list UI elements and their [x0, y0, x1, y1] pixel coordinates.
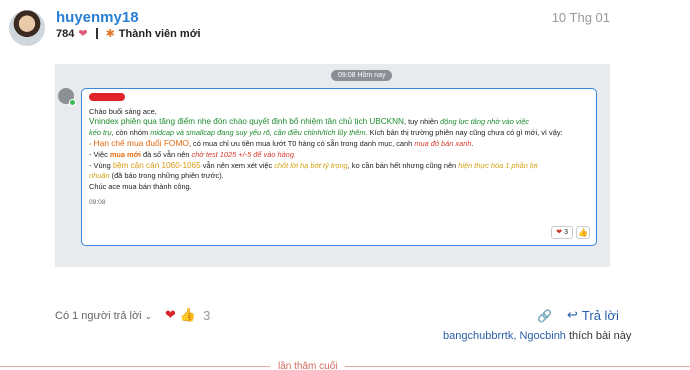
- user-title: Thành viên mới: [118, 27, 201, 40]
- user-meta: 784 ❤ ✱ Thành viên mới: [56, 27, 201, 41]
- chevron-down-icon: ⌄: [144, 311, 153, 321]
- message-bubble: Chào buổi sáng ace, Vnindex phiên qua tă…: [81, 88, 597, 246]
- post-reactions[interactable]: ❤ 👍 3: [165, 307, 210, 323]
- time-pill: 09:08 Hôm nay: [331, 70, 393, 81]
- bullet-1: - Hạn chế mua đuổi FOMO, có mua chỉ ưu t…: [89, 138, 474, 149]
- reaction-count: 3: [203, 307, 211, 323]
- closing-line: Chúc ace mua bán thành công.: [89, 181, 192, 191]
- message-reaction-count: 3: [564, 229, 568, 236]
- message-line-2: kéo trụ, còn nhóm midcap và smallcap đan…: [89, 127, 563, 137]
- message-reaction-pill: ❤ 3: [551, 226, 573, 239]
- post-date[interactable]: 10 Thg 01: [552, 10, 610, 25]
- like-icon: 👍: [576, 226, 590, 239]
- thumbs-up-icon[interactable]: 👍: [180, 307, 196, 323]
- bullet-2: - Việc mua mới đà số vẫn nên chờ test 10…: [89, 149, 297, 159]
- redacted-sender-name: [89, 93, 125, 101]
- last-visit-label: lần thăm cuối: [270, 361, 346, 370]
- online-dot: [69, 99, 76, 106]
- link-icon[interactable]: 🔗: [537, 309, 552, 323]
- liker-link[interactable]: bangchubbrrtk: [443, 330, 513, 342]
- attached-screenshot[interactable]: 09:08 Hôm nay Chào buổi sáng ace, Vninde…: [55, 64, 610, 267]
- message-timestamp: 09:08: [89, 199, 106, 207]
- reply-button[interactable]: ↩ Trả lời: [567, 307, 619, 323]
- heart-icon[interactable]: ❤: [165, 307, 176, 323]
- user-avatar[interactable]: [9, 10, 45, 46]
- liker-link[interactable]: Ngocbinh: [519, 330, 565, 342]
- greeting: Chào buổi sáng ace,: [89, 106, 157, 116]
- username-link[interactable]: huyenmy18: [56, 9, 139, 26]
- message-line-1: Vnindex phiên qua tăng điểm nhẹ đón chào…: [89, 117, 530, 127]
- flair-icon: ✱: [105, 28, 115, 40]
- divider: [95, 28, 98, 39]
- likers-line: bangchubbrrtk, Ngocbinh thích bài này: [443, 330, 632, 342]
- reply-arrow-icon: ↩: [567, 307, 578, 322]
- heart-icon: ❤: [78, 28, 88, 40]
- bullet-3: - Vùng tiệm cận cản 1060-1065 vẫn nên xe…: [89, 160, 538, 170]
- sender-avatar: [58, 88, 76, 106]
- heart-icon: ❤: [556, 229, 563, 236]
- likes-received-count: 784: [56, 27, 75, 40]
- reply-label: Trả lời: [581, 307, 619, 323]
- likers-suffix: thích bài này: [565, 330, 632, 342]
- replies-label: Có 1 người trả lời: [55, 310, 142, 322]
- bullet-3-cont: nhuận (đã báo trong những phiên trước).: [89, 171, 224, 181]
- replies-toggle[interactable]: Có 1 người trả lời ⌄: [55, 310, 152, 322]
